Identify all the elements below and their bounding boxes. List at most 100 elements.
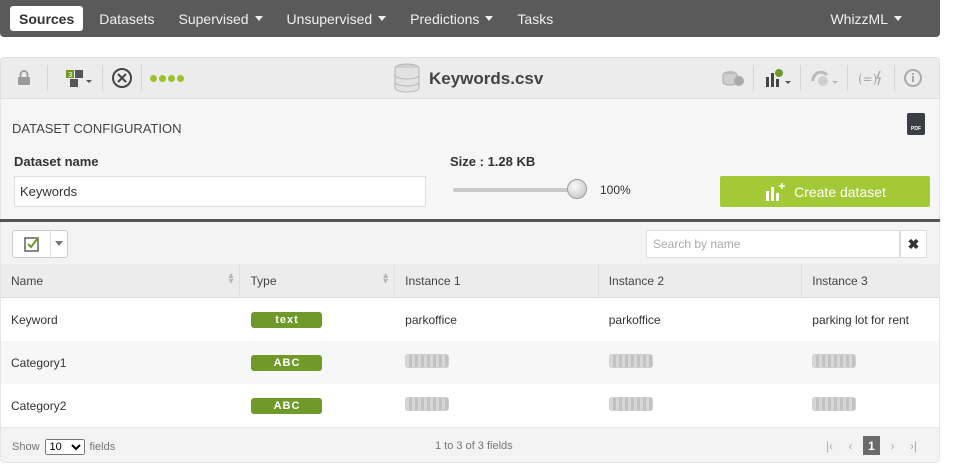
page-size-control: Show 10 fields — [12, 439, 115, 455]
field-name: Category2 — [11, 398, 67, 413]
type-badge[interactable]: ABC — [251, 397, 323, 414]
size-slider-track[interactable] — [453, 188, 577, 192]
info-icon[interactable] — [903, 68, 923, 88]
toolbar-divider — [753, 65, 754, 91]
hidden-value — [405, 354, 450, 368]
toolbar-divider — [47, 65, 48, 91]
instance-value — [599, 354, 803, 371]
size-label: Size : 1.28 KB — [450, 154, 536, 169]
column-header-instance-3: Instance 3 — [812, 273, 868, 288]
create-dataset-label: Create dataset — [794, 183, 886, 200]
instance-value: parking lot for rent — [812, 312, 909, 327]
dataset-actions-icon[interactable] — [762, 67, 792, 89]
instance-value — [802, 354, 939, 371]
toolbar-divider — [141, 65, 142, 91]
column-header-type[interactable]: Type ▴ ▾ — [240, 264, 396, 297]
size-percent: 100% — [600, 183, 631, 197]
checkbox-icon[interactable] — [13, 231, 51, 257]
search-input[interactable] — [646, 230, 900, 258]
svg-text:3: 3 — [68, 71, 72, 79]
nav-sources[interactable]: Sources — [10, 6, 84, 31]
fields-table: Name ▴ ▾ Type ▴ ▾ Instance 1 Instance 2 Inst… — [0, 264, 940, 427]
source-config-icon[interactable]: 3 — [64, 68, 94, 88]
toolbar-right: (=) — [721, 65, 939, 91]
column-header-name-label: Name — [11, 273, 44, 288]
section-title: DATASET CONFIGURATION — [12, 121, 182, 136]
instance-value — [395, 397, 599, 414]
instance-value: parkoffice — [608, 312, 661, 327]
column-header-name[interactable]: Name ▴ ▾ — [1, 264, 241, 297]
status-dots-icon — [150, 74, 184, 82]
datasets-icon[interactable] — [721, 68, 745, 88]
nav-whizzml[interactable]: WhizzML — [818, 0, 914, 37]
clear-search-button[interactable]: ✖ — [900, 230, 927, 258]
table-footer: Show 10 fields 1 to 3 of 3 fields |‹ ‹ 1… — [0, 427, 940, 463]
nav-supervised[interactable]: Supervised — [167, 0, 275, 37]
filter-bar: ✖ — [0, 222, 940, 264]
type-cell: text — [240, 311, 395, 328]
table-row[interactable]: Category1 ABC — [0, 341, 940, 384]
fields-label: fields — [89, 441, 116, 453]
dataset-name-input[interactable] — [14, 176, 426, 207]
current-page[interactable]: 1 — [863, 436, 880, 455]
hidden-value — [812, 397, 857, 411]
nav-predictions[interactable]: Predictions — [398, 0, 505, 37]
last-page-icon[interactable]: ›| — [905, 436, 922, 455]
column-header-instance-2: Instance 2 — [599, 264, 803, 297]
database-icon — [393, 63, 421, 96]
dataset-name-label: Dataset name — [14, 154, 99, 169]
dataset-configuration-panel: DATASET CONFIGURATION PDF Dataset name S… — [0, 99, 940, 221]
toolbar-divider — [894, 65, 895, 91]
resource-toolbar: 3 Keywords.csv (=) — [0, 57, 940, 99]
chevron-down-icon — [485, 16, 494, 21]
model-icon[interactable] — [809, 67, 839, 89]
field-name: Category1 — [11, 355, 67, 370]
hidden-value — [812, 354, 857, 368]
size-slider-handle[interactable] — [567, 179, 587, 199]
type-badge[interactable]: ABC — [251, 354, 323, 371]
show-label: Show — [12, 441, 40, 453]
previous-page-icon[interactable]: ‹ — [842, 436, 859, 455]
chevron-down-icon — [254, 16, 263, 21]
type-cell: ABC — [240, 354, 395, 371]
page-title: Keywords.csv — [429, 69, 544, 88]
hidden-value — [405, 397, 450, 411]
chevron-down-icon — [378, 16, 387, 21]
nav-predictions-label: Predictions — [410, 10, 480, 27]
cancel-icon[interactable] — [111, 67, 133, 89]
type-cell: ABC — [240, 397, 395, 414]
toolbar-divider — [847, 65, 848, 91]
hidden-value — [608, 397, 653, 411]
next-page-icon[interactable]: › — [884, 436, 901, 455]
svg-text:(=): (=) — [858, 72, 877, 86]
nav-tasks[interactable]: Tasks — [505, 0, 565, 37]
nav-datasets[interactable]: Datasets — [87, 0, 166, 37]
select-fields-button[interactable] — [12, 230, 68, 258]
formula-icon[interactable]: (=) — [856, 67, 886, 89]
create-dataset-button[interactable]: Create dataset — [720, 176, 930, 207]
chevron-down-icon — [894, 16, 902, 21]
toolbar-divider — [800, 65, 801, 91]
pagination-info: 1 to 3 of 3 fields — [435, 440, 513, 452]
bar-chart-plus-icon — [766, 182, 786, 201]
lock-icon[interactable] — [17, 70, 31, 86]
pdf-icon[interactable]: PDF — [907, 113, 925, 135]
type-badge[interactable]: text — [251, 311, 323, 328]
instance-value — [802, 397, 939, 414]
page-size-select[interactable]: 10 — [44, 439, 85, 455]
table-row[interactable]: Category2 ABC — [0, 384, 940, 427]
first-page-icon[interactable]: |‹ — [821, 436, 838, 455]
top-navigation: Sources Datasets Supervised Unsupervised… — [0, 0, 940, 37]
nav-whizzml-label: WhizzML — [830, 10, 888, 27]
toolbar-title-wrap: Keywords.csv — [393, 58, 543, 100]
column-header-instance-1: Instance 1 — [395, 264, 599, 297]
pdf-icon-label: PDF — [911, 126, 921, 132]
nav-unsupervised-label: Unsupervised — [286, 10, 373, 27]
instance-value — [395, 354, 599, 371]
table-row[interactable]: Keyword text parkoffice parkoffice parki… — [0, 298, 940, 341]
nav-unsupervised[interactable]: Unsupervised — [275, 0, 399, 37]
field-name: Keyword — [11, 312, 58, 327]
hidden-value — [608, 354, 653, 368]
chevron-down-icon[interactable] — [51, 231, 67, 257]
pagination: |‹ ‹ 1 › ›| — [821, 436, 922, 455]
